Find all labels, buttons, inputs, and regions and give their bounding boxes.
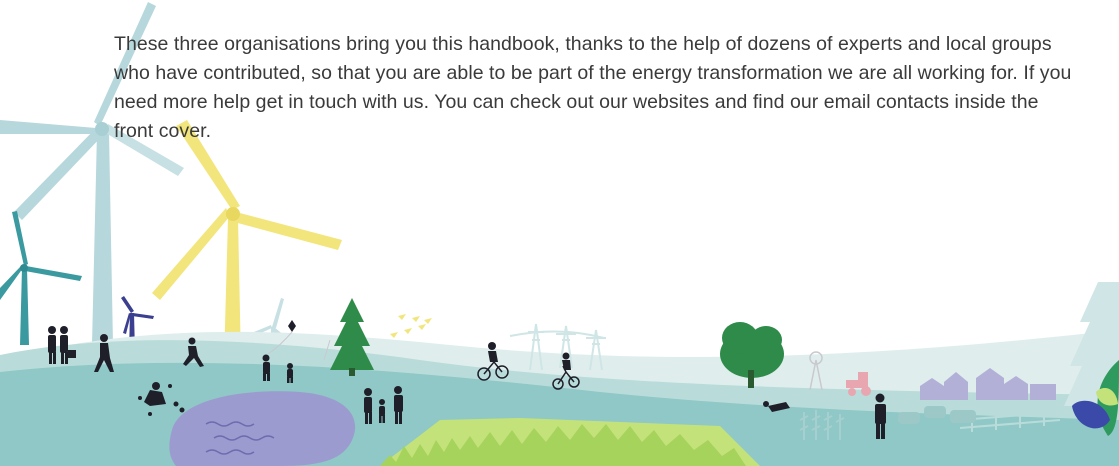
intro-paragraph: These three organisations bring you this… (114, 33, 1072, 142)
wind-turbine-icon (0, 211, 82, 345)
wind-turbine-icon (152, 120, 342, 362)
bird-flock-icon (390, 314, 432, 338)
